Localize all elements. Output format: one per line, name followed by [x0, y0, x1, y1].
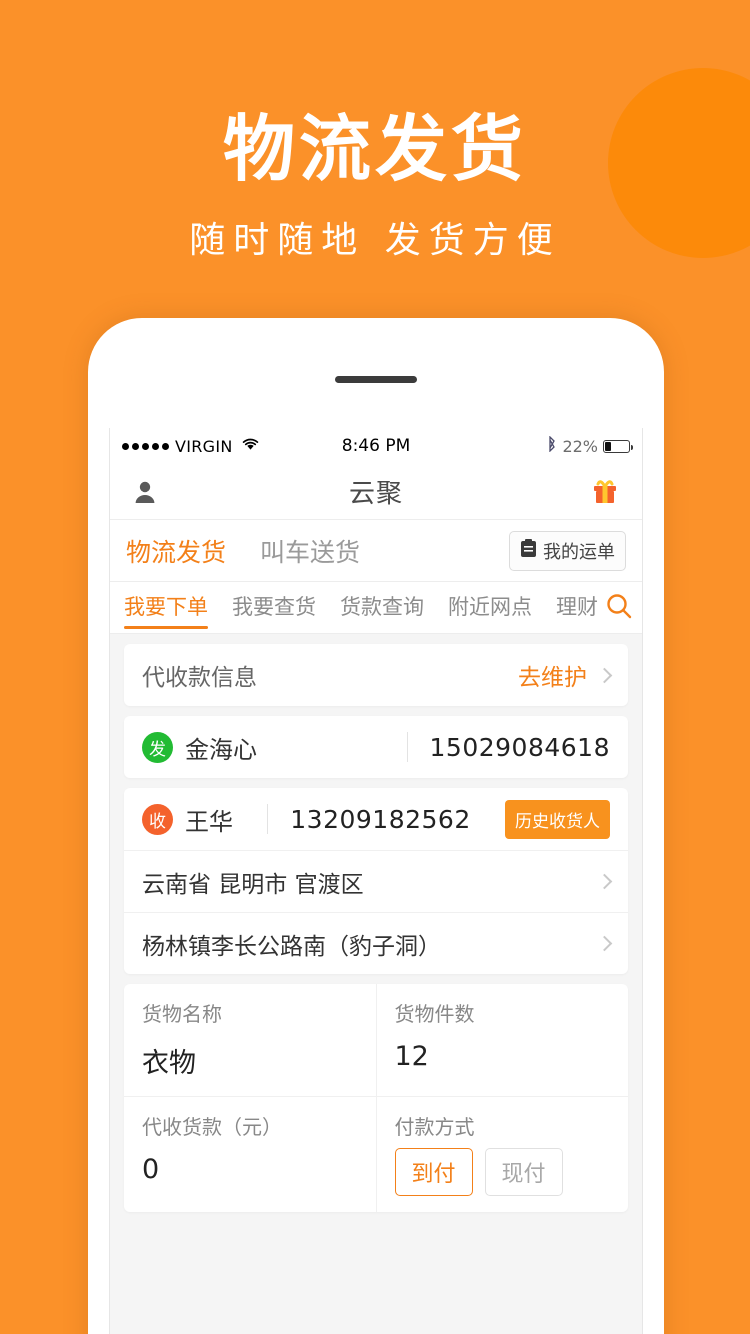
goods-count-field[interactable]: 货物件数 12	[375, 984, 629, 1096]
clipboard-icon	[520, 538, 537, 563]
sender-badge: 发	[142, 731, 173, 763]
carrier-label: VIRGIN	[175, 436, 233, 456]
tab-finance[interactable]: 理财	[556, 587, 598, 629]
receiver-detail-address-row[interactable]: 杨林镇李长公路南（豹子洞）	[124, 912, 628, 974]
sender-card: 发 金海心 15029084618	[124, 716, 628, 778]
tab-logistics-shipping[interactable]: 物流发货	[126, 533, 226, 569]
promo-title: 物流发货	[222, 107, 527, 191]
goods-payment-card: 货物名称 衣物 货物件数 12 代收货款（元） 0 付款方式 到付 现付	[124, 984, 628, 1212]
promo-hero: 物流发货 随时随地 发货方便	[0, 0, 750, 263]
payment-method-label: 付款方式	[394, 1115, 475, 1139]
goods-row: 货物名称 衣物 货物件数 12	[124, 984, 628, 1096]
search-icon[interactable]	[602, 590, 634, 625]
receiver-badge: 收	[142, 803, 173, 835]
phone-screen: VIRGIN 8:46 PM 22% 云聚 物流发货 叫车送货 我的运单 我要下…	[109, 428, 643, 1334]
receiver-phone: 13209182562	[290, 804, 471, 834]
status-bar: VIRGIN 8:46 PM 22%	[110, 428, 642, 464]
secondary-tab-bar: 我要下单 我要查货 货款查询 附近网点 理财	[110, 582, 642, 634]
wifi-icon	[241, 436, 260, 456]
payment-row: 代收货款（元） 0 付款方式 到付 现付	[124, 1096, 628, 1212]
bluetooth-icon	[547, 434, 557, 457]
tab-track-goods[interactable]: 我要查货	[232, 587, 316, 629]
status-bar-left: VIRGIN	[122, 436, 260, 456]
order-form: 代收款信息 去维护 发 金海心 15029084618 收 王华 1320918…	[110, 634, 642, 1212]
goods-count-value: 12	[394, 1041, 429, 1072]
cod-amount-value: 0	[142, 1154, 160, 1185]
tab-place-order[interactable]: 我要下单	[124, 587, 208, 629]
chevron-right-icon	[596, 935, 613, 952]
payment-option-prepaid[interactable]: 现付	[484, 1148, 563, 1196]
promo-subtitle: 随时随地 发货方便	[189, 220, 561, 262]
goods-name-value: 衣物	[142, 1048, 196, 1079]
goods-name-label: 货物名称	[142, 1002, 222, 1026]
receiver-region: 云南省 昆明市 官渡区	[142, 871, 364, 898]
cod-amount-label: 代收货款（元）	[142, 1115, 282, 1139]
goods-count-label: 货物件数	[394, 1002, 475, 1026]
gift-icon[interactable]	[590, 477, 620, 507]
cod-info-label: 代收款信息	[142, 665, 257, 691]
signal-strength-icon	[122, 442, 169, 450]
my-waybill-button[interactable]: 我的运单	[509, 530, 626, 571]
status-bar-right: 22%	[547, 434, 633, 457]
goods-name-field[interactable]: 货物名称 衣物	[124, 984, 376, 1096]
cod-info-card: 代收款信息 去维护	[124, 644, 628, 706]
cod-info-row[interactable]: 代收款信息 去维护	[124, 644, 628, 706]
receiver-card: 收 王华 13209182562 历史收货人 云南省 昆明市 官渡区 杨林镇李长…	[124, 788, 628, 974]
phone-speaker-grill	[335, 376, 417, 383]
phone-mockup: VIRGIN 8:46 PM 22% 云聚 物流发货 叫车送货 我的运单 我要下…	[88, 318, 664, 1334]
history-receiver-button[interactable]: 历史收货人	[505, 799, 610, 839]
payment-option-on-delivery[interactable]: 到付	[394, 1148, 473, 1196]
person-icon[interactable]	[132, 479, 158, 505]
chevron-right-icon	[596, 873, 613, 890]
status-bar-time: 8:46 PM	[341, 436, 411, 456]
cod-amount-field[interactable]: 代收货款（元） 0	[124, 1097, 376, 1212]
primary-tab-bar: 物流发货 叫车送货 我的运单	[110, 520, 642, 582]
tab-call-vehicle-delivery[interactable]: 叫车送货	[260, 533, 360, 569]
my-waybill-label: 我的运单	[543, 541, 615, 563]
payment-method-field: 付款方式 到付 现付	[375, 1097, 629, 1212]
payment-method-options: 到付 现付	[394, 1148, 611, 1196]
tab-nearby-branches[interactable]: 附近网点	[448, 587, 532, 629]
sender-phone: 15029084618	[429, 732, 610, 762]
chevron-right-icon	[596, 667, 613, 683]
receiver-row[interactable]: 收 王华 13209182562 历史收货人	[124, 788, 628, 850]
battery-icon	[603, 439, 633, 453]
cod-maintain-link[interactable]: 去维护	[518, 658, 587, 692]
sender-row[interactable]: 发 金海心 15029084618	[124, 716, 628, 778]
receiver-name: 王华	[185, 807, 233, 836]
battery-percent-label: 22%	[562, 436, 598, 456]
receiver-detail-address: 杨林镇李长公路南（豹子洞）	[142, 933, 441, 960]
tab-payment-query[interactable]: 货款查询	[340, 587, 424, 629]
app-title: 云聚	[348, 479, 403, 509]
divider	[406, 732, 408, 762]
app-header: 云聚	[110, 464, 642, 520]
divider	[267, 804, 269, 834]
sender-name: 金海心	[185, 735, 257, 764]
receiver-region-row[interactable]: 云南省 昆明市 官渡区	[124, 850, 628, 912]
